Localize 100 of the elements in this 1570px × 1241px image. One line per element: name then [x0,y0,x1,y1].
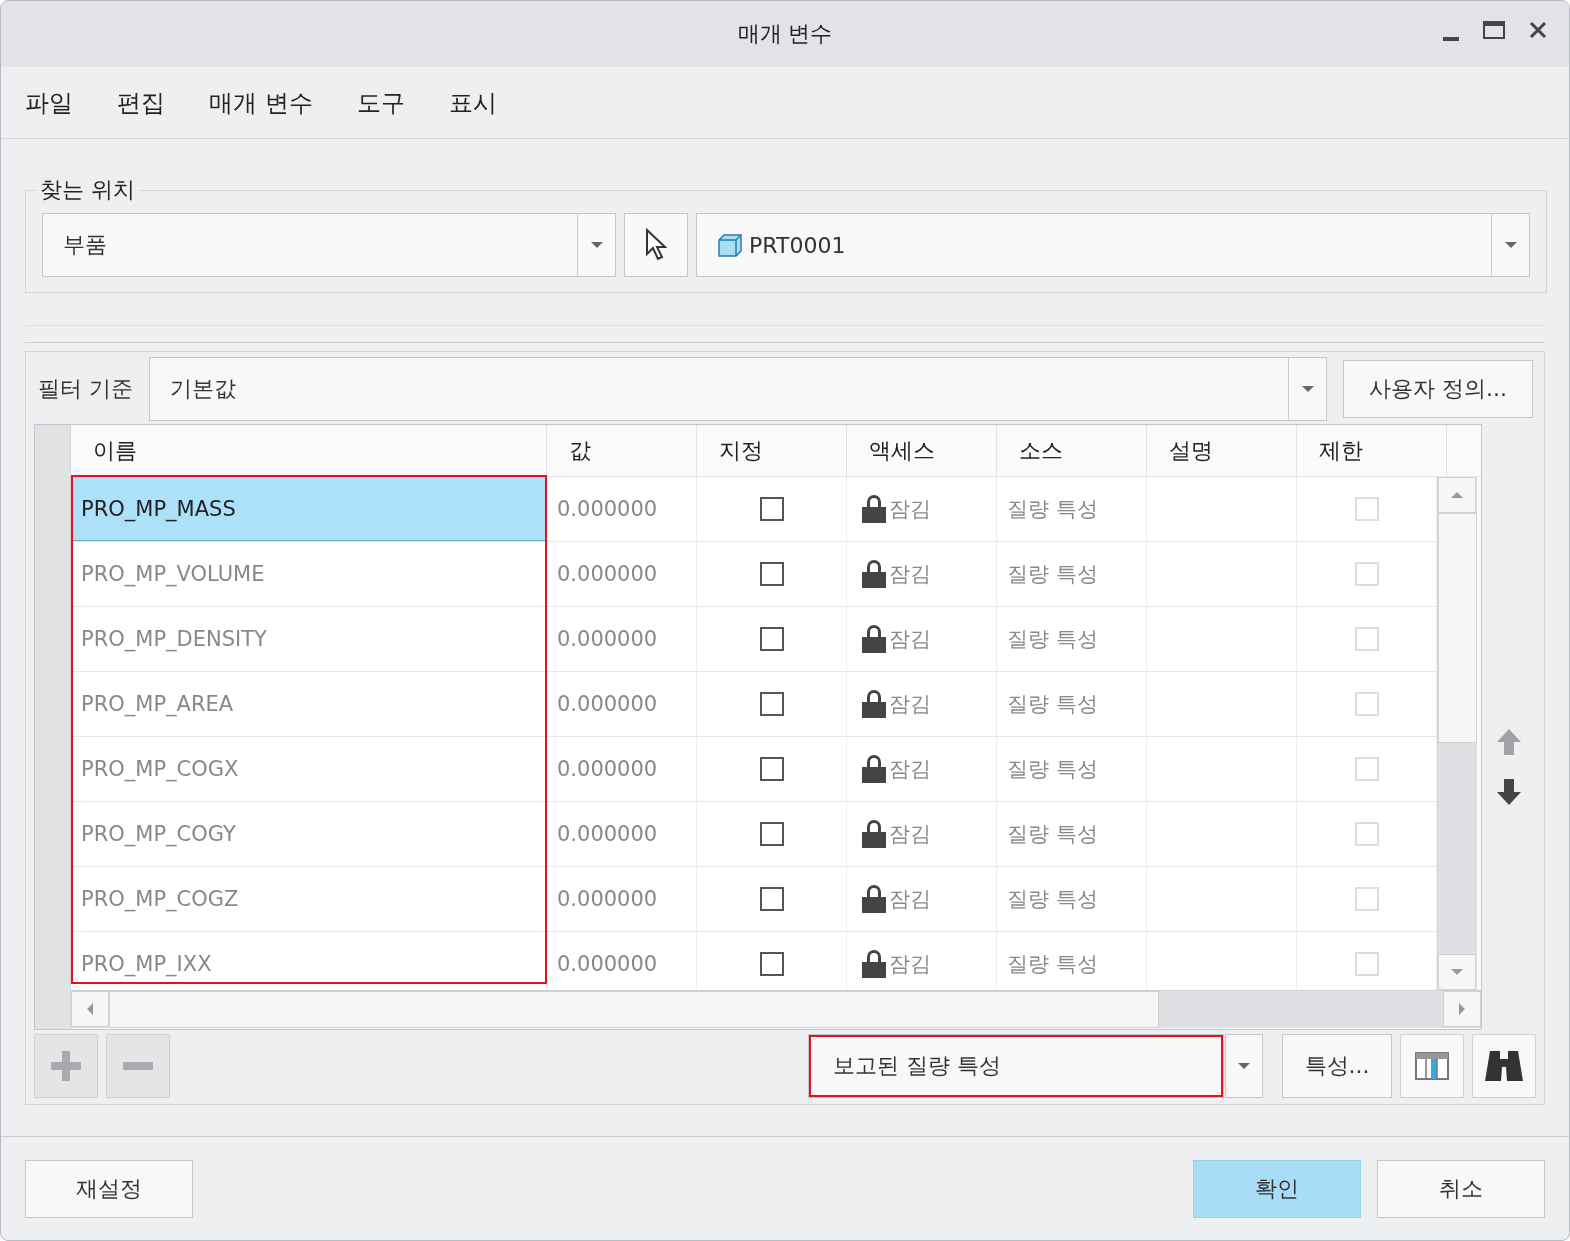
value-cell: 0.000000 [547,477,697,541]
column-header[interactable]: 소스 [997,425,1147,476]
column-header[interactable]: 액세스 [847,425,997,476]
dropdown-button[interactable] [1225,1034,1263,1098]
restrict-checkbox[interactable] [1354,822,1379,846]
model-name: PRT0001 [749,232,846,258]
menu-item[interactable]: 도구 [356,86,405,119]
column-header[interactable]: 값 [547,425,697,476]
model-dropdown[interactable]: PRT0001 [696,213,1530,277]
scope-dropdown[interactable]: 부품 [42,213,616,277]
cursor-icon [645,228,667,262]
scrollbar-thumb[interactable] [109,991,1159,1028]
access-cell-text: 잠김 [889,691,931,718]
up-triangle-icon [1451,492,1463,498]
designate-checkbox[interactable] [759,627,784,651]
value-cell: 0.000000 [547,607,697,671]
scroll-right-button[interactable] [1443,991,1481,1027]
filter-dropdown[interactable]: 기본값 [149,357,1327,421]
restrict-checkbox[interactable] [1354,497,1379,521]
find-button[interactable] [1472,1034,1536,1098]
column-header[interactable]: 이름 [71,425,547,476]
source-cell: 질량 특성 [997,867,1147,931]
column-header[interactable]: 지정 [697,425,847,476]
down-triangle-icon [1238,1063,1250,1069]
restrict-checkbox[interactable] [1354,887,1379,911]
right-triangle-icon [1459,1003,1465,1015]
access-cell-text: 잠김 [889,756,931,783]
lock-icon [861,690,887,718]
menu-item[interactable]: 표시 [448,86,497,119]
lock-icon [861,625,887,653]
lock-icon [861,495,887,523]
value-cell: 0.000000 [547,867,697,931]
scroll-up-button[interactable] [1438,477,1476,513]
horizontal-scrollbar[interactable] [71,990,1481,1028]
select-button[interactable] [624,213,688,277]
restrict-checkbox[interactable] [1354,692,1379,716]
maximize-icon[interactable] [1483,21,1505,39]
access-cell-text: 잠김 [889,951,931,978]
menu-item[interactable]: 파일 [25,86,73,119]
access-cell-text: 잠김 [889,886,931,913]
move-down-arrow-icon[interactable] [1497,779,1521,805]
down-triangle-icon [1451,969,1463,975]
scrollbar-thumb[interactable] [1438,513,1477,743]
access-cell-text: 잠김 [889,821,931,848]
columns-button[interactable] [1400,1034,1464,1098]
cube-icon [717,233,743,257]
lock-icon [861,755,887,783]
source-cell: 질량 특성 [997,672,1147,736]
cancel-button[interactable]: 취소 [1377,1159,1545,1218]
menu-item[interactable]: 매개 변수 [209,86,313,119]
designate-checkbox[interactable] [759,562,784,586]
binoculars-icon [1484,1049,1524,1083]
access-cell-text: 잠김 [889,496,931,523]
minus-icon [123,1062,153,1070]
column-header[interactable]: 설명 [1147,425,1297,476]
down-triangle-icon [1504,242,1517,248]
down-triangle-icon [1301,386,1314,392]
lock-icon [861,885,887,913]
filter-label: 필터 기준 [37,375,133,403]
source-cell: 질량 특성 [997,802,1147,866]
scroll-down-button[interactable] [1438,954,1476,990]
designate-checkbox[interactable] [759,822,784,846]
lock-icon [861,950,887,978]
lock-icon [861,560,887,588]
designate-checkbox[interactable] [759,497,784,521]
restrict-checkbox[interactable] [1354,757,1379,781]
left-triangle-icon [87,1003,93,1015]
restrict-checkbox[interactable] [1354,627,1379,651]
down-triangle-icon [590,242,603,248]
value-cell: 0.000000 [547,542,697,606]
access-cell-text: 잠김 [889,626,931,653]
vertical-scrollbar[interactable] [1437,477,1477,990]
restrict-checkbox[interactable] [1354,952,1379,976]
reset-button[interactable]: 재설정 [25,1159,193,1218]
designate-checkbox[interactable] [759,952,784,976]
value-cell: 0.000000 [547,802,697,866]
properties-button[interactable]: 특성... [1282,1034,1392,1098]
lock-icon [861,820,887,848]
designate-checkbox[interactable] [759,887,784,911]
scroll-left-button[interactable] [71,991,109,1027]
value-cell: 0.000000 [547,737,697,801]
value-cell: 0.000000 [547,672,697,736]
column-header[interactable]: 제한 [1297,425,1447,476]
table-columns-icon [1415,1052,1449,1080]
source-cell: 질량 특성 [997,607,1147,671]
menu-item[interactable]: 편집 [117,86,165,119]
source-cell: 질량 특성 [997,542,1147,606]
window-title: 매개 변수 [737,20,833,48]
name-cell[interactable]: PRO_MP_MASS [71,477,547,541]
source-cell: 질량 특성 [997,737,1147,801]
access-cell-text: 잠김 [889,561,931,588]
group-label: 찾는 위치 [39,176,136,204]
designate-checkbox[interactable] [759,692,784,716]
designate-checkbox[interactable] [759,757,784,781]
ok-button[interactable]: 확인 [1193,1159,1361,1218]
close-icon[interactable] [1529,21,1547,39]
restrict-checkbox[interactable] [1354,562,1379,586]
plus-icon [51,1051,81,1081]
customize-button[interactable]: 사용자 정의... [1343,360,1533,418]
source-cell: 질량 특성 [997,477,1147,541]
